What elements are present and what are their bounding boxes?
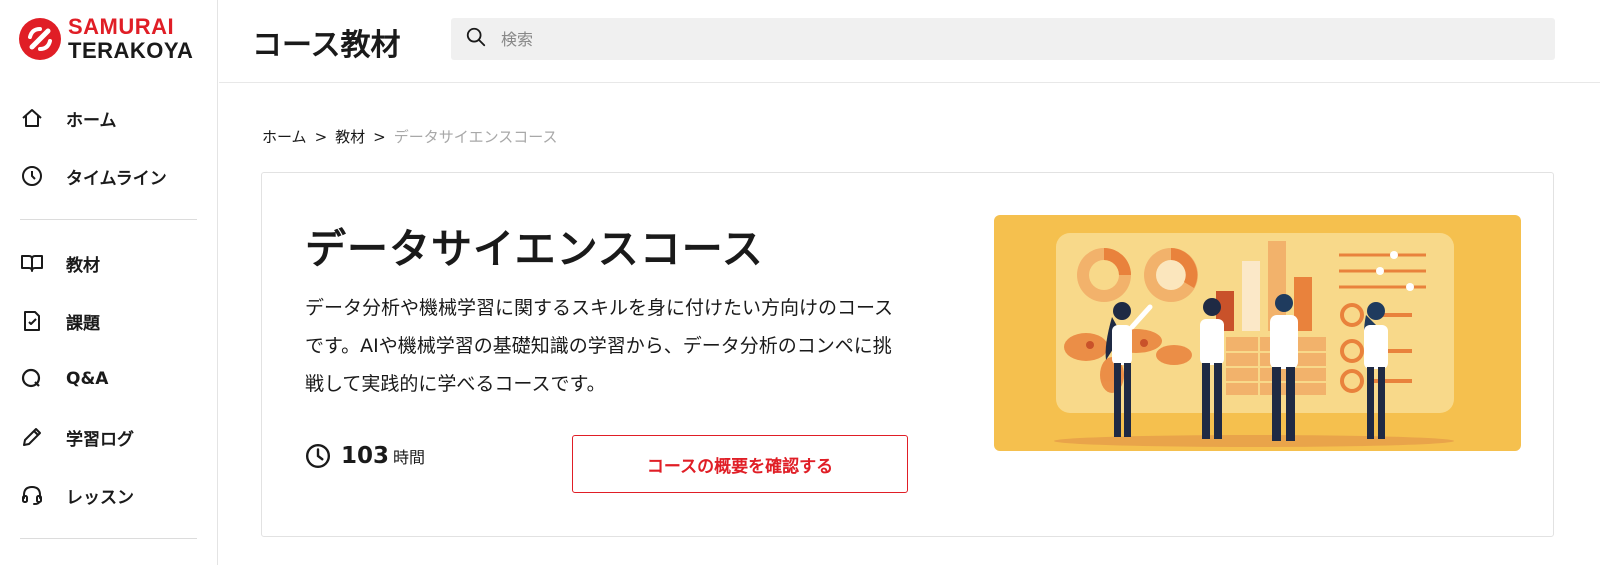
page-title: コース教材 [252, 28, 401, 63]
search-input[interactable] [501, 29, 1501, 49]
course-card: データサイエンスコース データ分析や機械学習に関するスキルを身に付けたい方向けの… [261, 172, 1554, 537]
sidebar: SAMURAI TERAKOYA ホーム タイムライン 教材 課題 Q&A 学習… [0, 0, 218, 565]
book-icon [20, 251, 44, 275]
breadcrumb-current: データサイエンスコース [393, 128, 558, 146]
samurai-terakoya-logo[interactable]: SAMURAI TERAKOYA [18, 16, 193, 62]
sidebar-nav: ホーム タイムライン 教材 課題 Q&A 学習ログ レッスン [0, 89, 217, 553]
course-duration: 103 時間 [305, 443, 425, 469]
breadcrumb-separator: > [314, 127, 328, 146]
sidebar-item-assignments[interactable]: 課題 [0, 292, 217, 350]
sidebar-divider [20, 219, 197, 220]
breadcrumb-materials-link[interactable]: 教材 [335, 126, 365, 147]
sidebar-item-label: 教材 [66, 255, 100, 276]
duration-unit: 時間 [393, 448, 426, 467]
sidebar-item-home[interactable]: ホーム [0, 89, 217, 147]
sidebar-item-qa[interactable]: Q&A [0, 350, 217, 408]
headset-icon [20, 483, 44, 507]
course-thumbnail-illustration[interactable] [994, 215, 1521, 451]
breadcrumb: ホーム > 教材 > データサイエンスコース [262, 126, 558, 147]
logo-text-line2: TERAKOYA [68, 38, 194, 63]
duration-value: 103 [341, 443, 390, 469]
sidebar-item-materials[interactable]: 教材 [0, 234, 217, 292]
sidebar-item-label: ホーム [66, 110, 117, 131]
sidebar-item-lessons[interactable]: レッスン [0, 466, 217, 524]
top-header: コース教材 [219, 0, 1600, 83]
sidebar-item-label: 課題 [66, 313, 100, 334]
home-icon [20, 106, 44, 130]
pencil-icon [20, 425, 44, 449]
logo-text-line1: SAMURAI [68, 14, 175, 39]
course-title: データサイエンスコース [305, 225, 764, 273]
sidebar-item-label: Q&A [66, 369, 109, 389]
sidebar-item-label: レッスン [66, 487, 134, 508]
sidebar-item-study-log[interactable]: 学習ログ [0, 408, 217, 466]
sidebar-item-label: 学習ログ [66, 429, 134, 450]
clock-icon [20, 164, 44, 188]
qa-icon [20, 367, 44, 391]
search-icon [465, 26, 487, 52]
breadcrumb-home-link[interactable]: ホーム [262, 126, 307, 147]
logo-mark-icon [19, 18, 61, 60]
assignment-icon [20, 309, 44, 333]
breadcrumb-separator: > [373, 127, 386, 146]
course-description: データ分析や機械学習に関するスキルを身に付けたい方向けのコースです。AIや機械学… [305, 297, 894, 395]
clock-icon [305, 443, 331, 469]
sidebar-divider [20, 538, 197, 539]
sidebar-item-timeline[interactable]: タイムライン [0, 147, 217, 205]
search-bar[interactable] [451, 18, 1555, 60]
sidebar-item-label: タイムライン [66, 168, 167, 189]
course-overview-button[interactable]: コースの概要を確認する [572, 435, 908, 493]
